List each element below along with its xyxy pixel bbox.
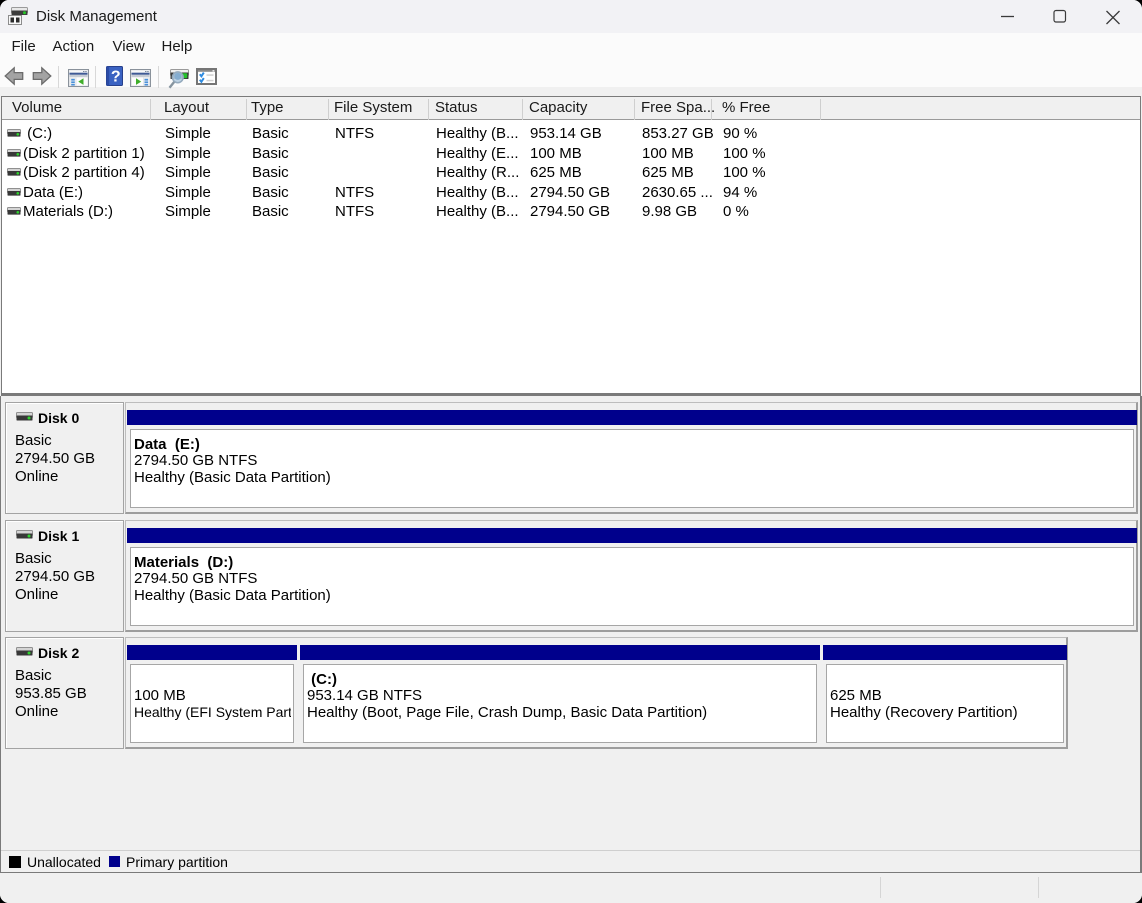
svg-text:?: ? [111,69,121,86]
